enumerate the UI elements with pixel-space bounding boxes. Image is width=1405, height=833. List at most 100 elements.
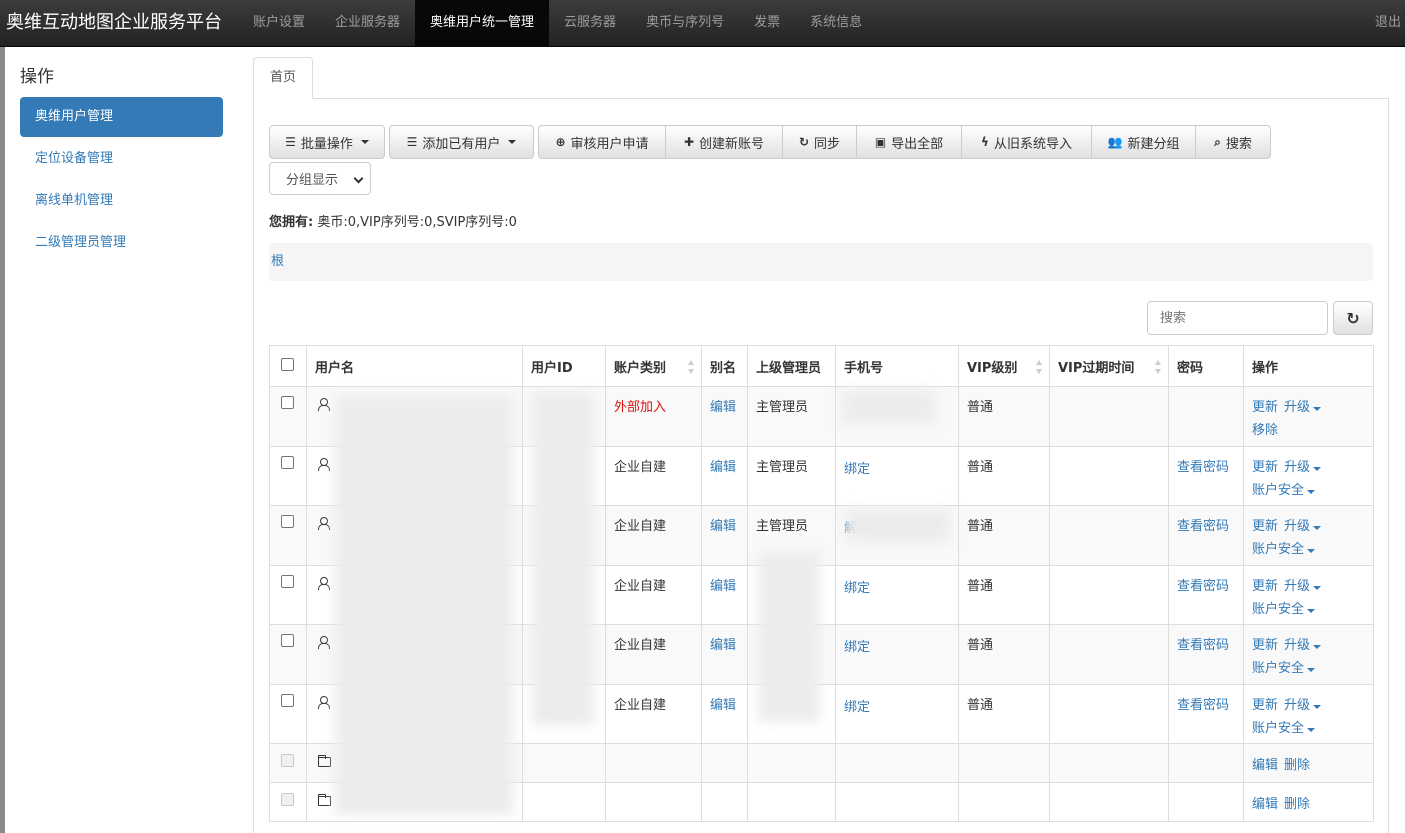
header-password[interactable]: 密码	[1168, 345, 1244, 387]
user-icon	[318, 457, 330, 471]
cell-vip-level: 普通	[958, 683, 1050, 744]
sidebar-item-user-management[interactable]: 奥维用户管理	[20, 97, 223, 137]
nav-enterprise-server[interactable]: 企业服务器	[320, 0, 415, 46]
edit-alias-link[interactable]: 编辑	[710, 638, 736, 653]
create-account-button[interactable]: ✚ 创建新账号	[665, 125, 783, 159]
tab-home[interactable]: 首页	[253, 57, 314, 99]
nav-invoice[interactable]: 发票	[739, 0, 795, 46]
cell-password: 查看密码	[1168, 683, 1244, 744]
nav-cloud-server[interactable]: 云服务器	[549, 0, 631, 46]
flash-icon: ϟ	[981, 135, 989, 149]
refresh-button[interactable]: ↻	[1333, 301, 1373, 335]
account-security-dropdown[interactable]: 账户安全	[1252, 483, 1316, 498]
account-security-dropdown[interactable]: 账户安全	[1252, 542, 1316, 557]
import-old-system-button[interactable]: ϟ 从旧系统导入	[961, 125, 1092, 159]
header-account-type[interactable]: 账户类别	[605, 345, 702, 387]
remove-link[interactable]: 移除	[1252, 423, 1278, 438]
ownership-label: 您拥有:	[269, 215, 314, 230]
cell-vip-level: 普通	[958, 505, 1050, 566]
delete-group-link[interactable]: 删除	[1284, 797, 1310, 812]
edit-alias-link[interactable]: 编辑	[710, 460, 736, 475]
header-phone[interactable]: 手机号	[835, 345, 959, 387]
select-all-checkbox[interactable]	[281, 357, 294, 371]
sidebar-item-location-devices[interactable]: 定位设备管理	[20, 139, 223, 179]
cell-select	[269, 782, 307, 822]
review-requests-button[interactable]: ⊕ 审核用户申请	[538, 125, 666, 159]
phone-bind-link[interactable]: 绑定	[844, 636, 870, 655]
cell-vip-expiry	[1049, 624, 1169, 685]
row-checkbox[interactable]	[281, 455, 294, 469]
header-username[interactable]: 用户名	[306, 345, 523, 387]
edit-group-link[interactable]: 编辑	[1252, 797, 1278, 812]
header-user-id[interactable]: 用户ID	[522, 345, 606, 387]
add-existing-user-button[interactable]: ☰ 添加已有用户	[389, 125, 534, 159]
cell-password: 查看密码	[1168, 445, 1244, 506]
brand-title[interactable]: 奥维互动地图企业服务平台	[0, 0, 238, 46]
upgrade-dropdown[interactable]: 升级	[1284, 579, 1322, 594]
update-link[interactable]: 更新	[1252, 698, 1278, 713]
upgrade-dropdown[interactable]: 升级	[1284, 460, 1322, 475]
account-security-dropdown[interactable]: 账户安全	[1252, 721, 1316, 736]
new-group-button[interactable]: 👥 新建分组	[1091, 125, 1196, 159]
nav-coins-serials[interactable]: 奥币与序列号	[631, 0, 739, 46]
account-security-dropdown[interactable]: 账户安全	[1252, 661, 1316, 676]
sidebar-item-secondary-admins[interactable]: 二级管理员管理	[20, 223, 223, 263]
nav-system-info[interactable]: 系统信息	[795, 0, 877, 46]
account-security-dropdown[interactable]: 账户安全	[1252, 602, 1316, 617]
table-search-input[interactable]	[1147, 301, 1328, 335]
delete-group-link[interactable]: 删除	[1284, 758, 1310, 773]
row-checkbox[interactable]	[281, 396, 294, 409]
edit-alias-link[interactable]: 编辑	[710, 519, 736, 534]
row-checkbox[interactable]	[281, 634, 294, 647]
cell-vip-level: 普通	[958, 564, 1050, 625]
header-superior-admin[interactable]: 上级管理员	[747, 345, 836, 387]
view-password-link[interactable]: 查看密码	[1177, 460, 1229, 475]
edit-alias-link[interactable]: 编辑	[710, 698, 736, 713]
cell-select	[269, 564, 307, 625]
header-vip-expiry[interactable]: VIP过期时间	[1049, 345, 1169, 387]
upgrade-dropdown[interactable]: 升级	[1284, 400, 1322, 415]
header-vip-level[interactable]: VIP级别	[958, 345, 1050, 387]
phone-bind-link[interactable]: 绑定	[844, 696, 870, 715]
upgrade-dropdown[interactable]: 升级	[1284, 519, 1322, 534]
logout-link[interactable]: 退出	[1375, 0, 1401, 46]
upgrade-dropdown[interactable]: 升级	[1284, 698, 1322, 713]
redacted-user-ids	[532, 392, 594, 726]
update-link[interactable]: 更新	[1252, 400, 1278, 415]
breadcrumb-root[interactable]: 根	[271, 254, 284, 269]
edit-alias-link[interactable]: 编辑	[710, 400, 736, 415]
batch-ops-button[interactable]: ☰ 批量操作	[269, 125, 385, 159]
sync-button[interactable]: ↻ 同步	[782, 125, 857, 159]
cell-password	[1168, 386, 1244, 447]
edit-alias-link[interactable]: 编辑	[710, 579, 736, 594]
update-link[interactable]: 更新	[1252, 638, 1278, 653]
phone-bind-link[interactable]: 绑定	[844, 458, 870, 477]
sidebar-item-offline-machines[interactable]: 离线单机管理	[20, 181, 223, 221]
edit-group-link[interactable]: 编辑	[1252, 758, 1278, 773]
update-link[interactable]: 更新	[1252, 519, 1278, 534]
export-all-button[interactable]: ▣ 导出全部	[856, 125, 962, 159]
view-password-link[interactable]: 查看密码	[1177, 519, 1229, 534]
row-checkbox[interactable]	[281, 693, 294, 707]
update-link[interactable]: 更新	[1252, 579, 1278, 594]
cell-superior-admin: 主管理员	[747, 445, 836, 506]
cell-vip-level: 普通	[958, 445, 1050, 506]
cell-phone: 绑定	[835, 624, 959, 685]
cell-vip-level: 普通	[958, 624, 1050, 685]
cell-alias: 编辑	[701, 445, 748, 506]
search-button[interactable]: ⌕ 搜索	[1195, 125, 1271, 159]
row-checkbox[interactable]	[281, 515, 294, 528]
nav-user-management[interactable]: 奥维用户统一管理	[415, 0, 550, 46]
view-password-link[interactable]: 查看密码	[1177, 579, 1229, 594]
upgrade-dropdown[interactable]: 升级	[1284, 638, 1322, 653]
update-link[interactable]: 更新	[1252, 460, 1278, 475]
group-display-select[interactable]: 分组显示	[269, 162, 371, 195]
row-checkbox[interactable]	[281, 574, 294, 588]
view-password-link[interactable]: 查看密码	[1177, 638, 1229, 653]
nav-account-settings[interactable]: 账户设置	[238, 0, 320, 46]
plus-circle-icon: ⊕	[555, 135, 566, 149]
header-alias[interactable]: 别名	[701, 345, 748, 387]
view-password-link[interactable]: 查看密码	[1177, 698, 1229, 713]
phone-bind-link[interactable]: 绑定	[844, 577, 870, 596]
cell-select	[269, 624, 307, 685]
